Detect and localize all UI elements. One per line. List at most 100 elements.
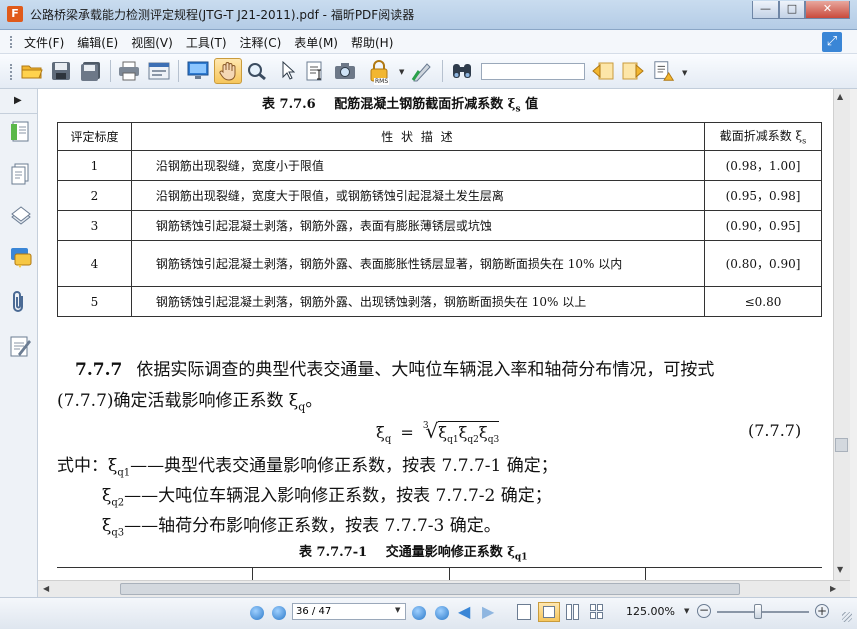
continuous-page-icon[interactable] xyxy=(538,602,560,622)
formula-number: (7.7.7) xyxy=(748,421,802,440)
save-as-icon[interactable] xyxy=(79,60,103,82)
facing-page-icon[interactable] xyxy=(566,604,572,620)
close-button[interactable]: ✕ xyxy=(805,1,850,19)
coefficient-cell: (0.90，0.95] xyxy=(704,210,822,241)
horizontal-scrollbar[interactable]: ◀ ▶ xyxy=(38,580,850,597)
formula-root-index: 3 xyxy=(422,420,429,431)
signatures-icon[interactable] xyxy=(10,335,32,360)
scroll-left-icon[interactable]: ◀ xyxy=(43,584,49,593)
horizontal-scroll-thumb[interactable] xyxy=(120,583,740,595)
single-page-icon[interactable] xyxy=(517,604,531,620)
pages-thumbnail-icon[interactable] xyxy=(10,163,30,188)
vertical-scrollbar[interactable]: ▲ ▼ xyxy=(833,89,850,580)
zoom-level[interactable]: 125.00% xyxy=(626,605,675,618)
scroll-down-icon[interactable]: ▼ xyxy=(837,565,843,574)
search-next-icon[interactable] xyxy=(621,60,645,82)
paragraph-number: 7.7.7 xyxy=(75,360,123,380)
restore-layout-button[interactable]: ⤢ xyxy=(822,32,842,52)
formula-term: ξ xyxy=(478,423,488,442)
page-number-field[interactable] xyxy=(292,603,406,620)
next-caption-number: 表 7.7.7-1 xyxy=(299,545,368,560)
grade-cell: 3 xyxy=(57,210,132,241)
document-viewport[interactable]: 表 7.7.6 配筋混凝土钢筋截面折减系数 ξs 值 评定标度 性 状 描 述 … xyxy=(38,89,833,580)
search-input[interactable] xyxy=(481,63,585,80)
save-icon[interactable] xyxy=(49,60,73,82)
zoom-slider-track[interactable] xyxy=(717,604,809,619)
previous-page-icon[interactable] xyxy=(272,606,286,620)
definition-symbol: ξ xyxy=(102,486,112,506)
menu-grip xyxy=(10,36,15,48)
status-bar: ▼ ◀ ▶ 125.00% ▼ − + xyxy=(0,597,857,629)
next-caption-subscript: q1 xyxy=(514,552,528,563)
comments-icon[interactable] xyxy=(10,247,32,272)
select-arrow-icon[interactable] xyxy=(276,60,300,82)
reduction-coefficient-table: 评定标度 性 状 描 述 截面折减系数 ξs 1 沿钢筋出现裂缝，宽度小于限值 … xyxy=(57,122,822,317)
toolbar-grip xyxy=(10,64,15,80)
menu-file[interactable]: 文件(F) xyxy=(24,34,64,51)
scroll-up-icon[interactable]: ▲ xyxy=(837,92,843,101)
table-row: 5 钢筋锈蚀引起混凝土剥落，钢筋外露、出现锈蚀剥落，钢筋断面损失在 10% 以上… xyxy=(57,286,822,317)
back-arrow-icon[interactable]: ◀ xyxy=(458,603,470,621)
menu-form[interactable]: 表单(M) xyxy=(294,34,338,51)
menu-bar: 文件(F) 编辑(E) 视图(V) 工具(T) 注释(C) 表单(M) 帮助(H… xyxy=(0,30,857,54)
attachments-icon[interactable] xyxy=(12,290,26,317)
next-page-icon[interactable] xyxy=(412,606,426,620)
table-row: 1 沿钢筋出现裂缝，宽度小于限值 (0.98，1.00] xyxy=(57,150,822,181)
menu-help[interactable]: 帮助(H) xyxy=(351,34,393,51)
search-previous-icon[interactable] xyxy=(591,60,615,82)
description-cell: 沿钢筋出现裂缝，宽度小于限值 xyxy=(130,150,706,181)
last-page-icon[interactable] xyxy=(435,606,449,620)
minimize-button[interactable]: — xyxy=(752,1,779,19)
table-caption-suffix: 值 xyxy=(520,97,539,112)
definition-subscript: q3 xyxy=(111,527,125,539)
formula-term: ξ xyxy=(438,423,448,442)
print-icon[interactable] xyxy=(117,60,141,82)
chevron-down-icon[interactable]: ▼ xyxy=(684,607,689,615)
definition-line: 式中：ξq1——典型代表交通量影响修正系数，按表 7.7.7-1 确定； xyxy=(57,451,558,478)
coefficient-header-text: 截面折减系数 ξ xyxy=(719,129,803,144)
definition-subscript: q2 xyxy=(111,497,125,509)
find-binoculars-icon[interactable] xyxy=(450,60,474,82)
properties-icon[interactable] xyxy=(147,60,171,82)
first-page-icon[interactable] xyxy=(250,606,264,620)
text-select-icon[interactable] xyxy=(303,60,327,82)
formula-term-subscript: q1 xyxy=(447,435,459,446)
menu-view[interactable]: 视图(V) xyxy=(131,34,173,51)
layers-icon[interactable] xyxy=(10,205,32,228)
menu-tools[interactable]: 工具(T) xyxy=(186,34,227,51)
zoom-in-button[interactable]: + xyxy=(815,604,829,618)
definition-subscript: q1 xyxy=(117,467,131,479)
menu-items: 文件(F) 编辑(E) 视图(V) 工具(T) 注释(C) 表单(M) 帮助(H… xyxy=(24,34,393,51)
continuous-facing-icon[interactable] xyxy=(590,604,604,620)
chevron-down-icon[interactable]: ▼ xyxy=(399,68,404,76)
scroll-right-icon[interactable]: ▶ xyxy=(830,584,836,593)
app-icon: F xyxy=(7,6,23,22)
fullscreen-icon[interactable] xyxy=(186,60,210,82)
search-options-icon[interactable] xyxy=(653,60,677,82)
open-icon[interactable] xyxy=(20,60,44,82)
table-row: 3 钢筋锈蚀引起混凝土剥落，钢筋外露，表面有膨胀薄锈层或坑蚀 (0.90，0.9… xyxy=(57,210,822,241)
expand-panel-icon[interactable]: ▶ xyxy=(14,95,22,106)
formula-lhs: ξ xyxy=(376,423,385,442)
forward-arrow-icon[interactable]: ▶ xyxy=(482,603,494,621)
table-header-row: 评定标度 性 状 描 述 截面折减系数 ξs xyxy=(57,122,822,151)
resize-grip[interactable] xyxy=(842,612,852,622)
chevron-down-icon[interactable]: ▼ xyxy=(395,606,400,614)
menu-comment[interactable]: 注释(C) xyxy=(240,34,282,51)
zoom-tool-icon[interactable] xyxy=(246,60,270,82)
bookmarks-icon[interactable] xyxy=(10,121,30,146)
description-cell: 钢筋锈蚀引起混凝土剥落，钢筋外露，表面有膨胀薄锈层或坑蚀 xyxy=(130,210,706,241)
vertical-scroll-thumb[interactable] xyxy=(835,438,848,452)
snapshot-icon[interactable] xyxy=(333,60,357,82)
hand-tool-icon[interactable] xyxy=(214,58,242,84)
chevron-down-icon[interactable]: ▼ xyxy=(682,69,687,77)
side-panel-rail: ▶ xyxy=(0,89,38,600)
maximize-button[interactable]: □ xyxy=(779,1,805,19)
zoom-slider-thumb[interactable] xyxy=(754,604,763,619)
zoom-out-button[interactable]: − xyxy=(697,604,711,618)
next-table-caption: 表 7.7.7-1 交通量影响修正系数 ξq1 xyxy=(299,541,527,563)
menu-edit[interactable]: 编辑(E) xyxy=(77,34,118,51)
formula-term-subscript: q2 xyxy=(467,435,479,446)
sign-icon[interactable] xyxy=(410,60,434,82)
coefficient-header-subscript: s xyxy=(802,136,807,146)
